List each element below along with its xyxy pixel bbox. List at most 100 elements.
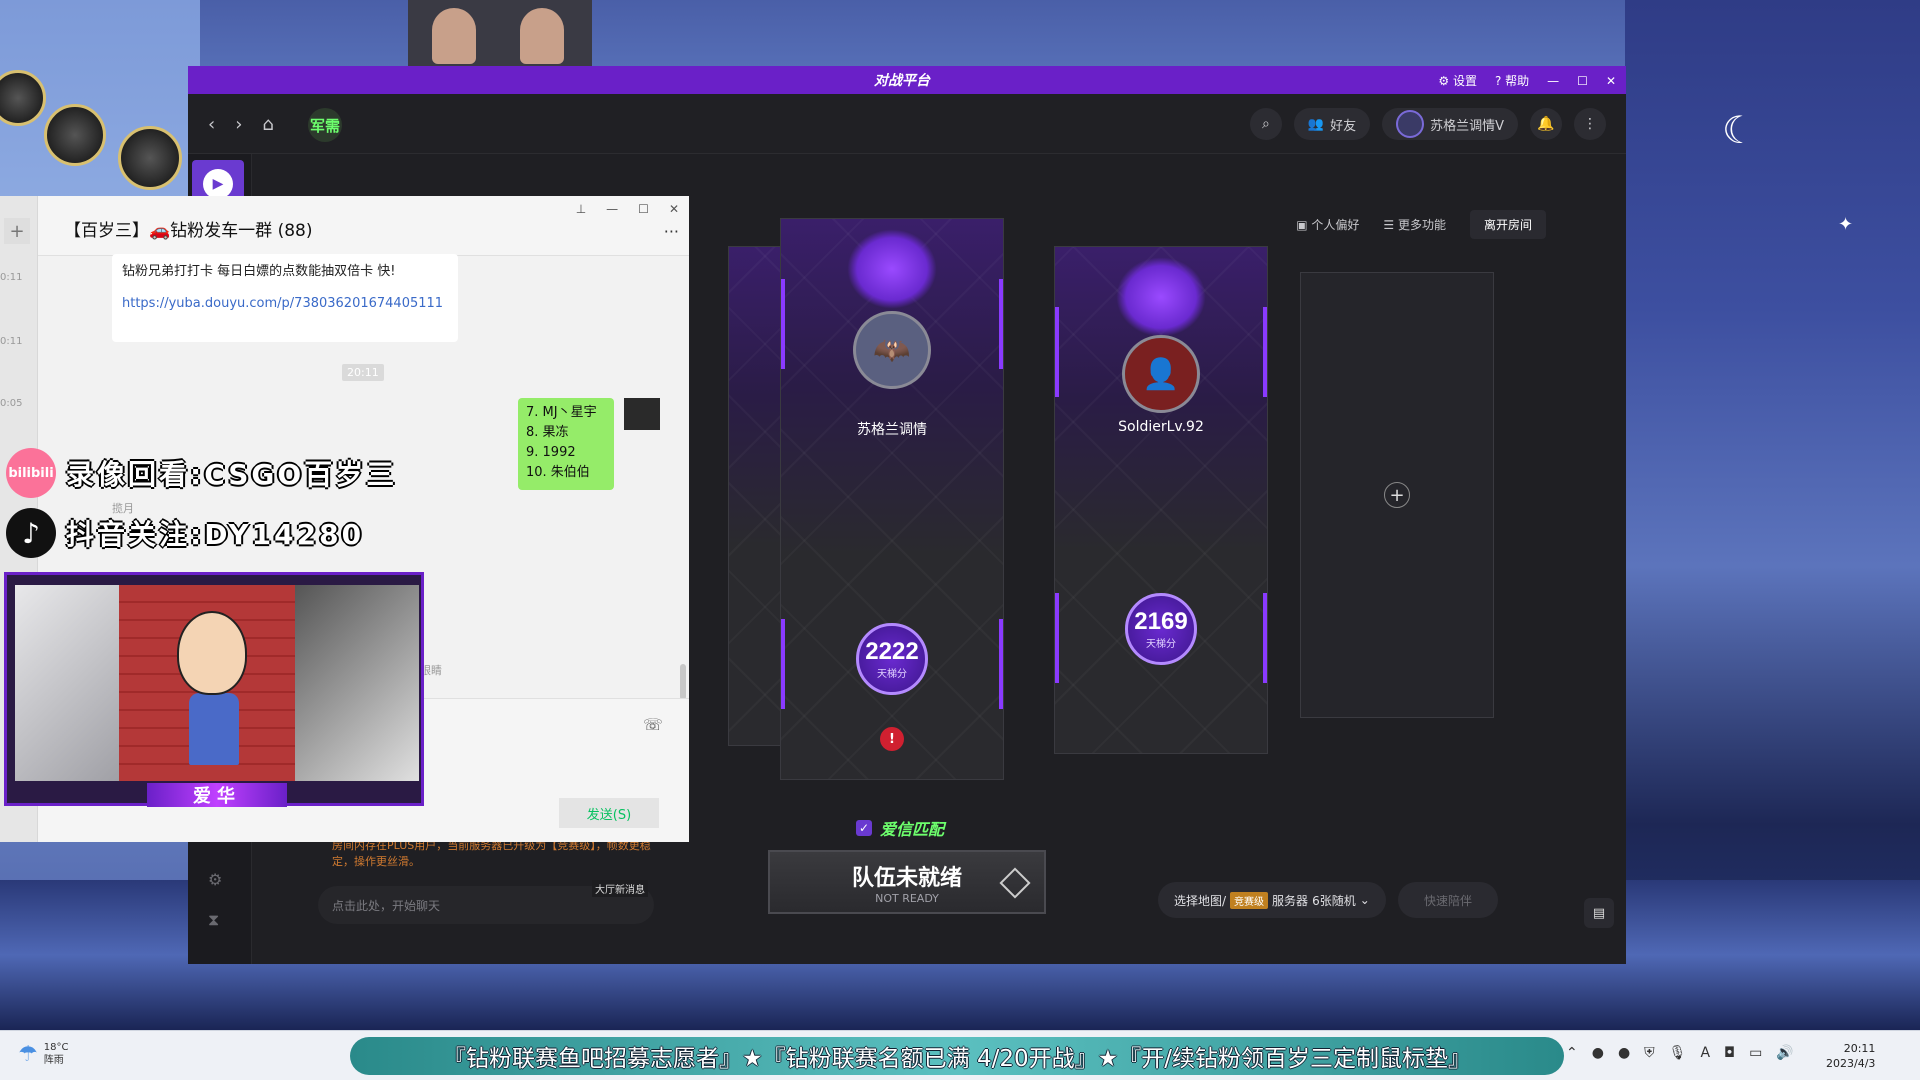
app-tray-icon[interactable]: ◘ xyxy=(1724,1045,1735,1061)
avatar[interactable] xyxy=(624,398,660,430)
douyin-text: 抖音关注:DY14280 xyxy=(66,518,365,551)
chat-time-label: 0:11 xyxy=(0,272,23,283)
titlebar: 对战平台 ⚙ 设置 ? 帮助 — ☐ ✕ xyxy=(188,66,1626,94)
server-tag: 竞赛级 xyxy=(1230,891,1269,909)
gear-icon[interactable]: ⚙ xyxy=(208,870,222,889)
top-photo xyxy=(408,0,592,66)
ime-icon[interactable]: A xyxy=(1700,1045,1710,1061)
volume-icon[interactable]: 🔊 xyxy=(1776,1045,1793,1061)
player-avatar[interactable]: 🦇 xyxy=(853,311,931,389)
minimize-icon[interactable]: — xyxy=(606,202,618,216)
score-value: 2169 xyxy=(1134,607,1188,635)
add-icon[interactable]: + xyxy=(4,218,30,244)
send-button[interactable]: 发送(S) xyxy=(559,798,659,828)
checkbox[interactable]: ✓ xyxy=(856,820,872,836)
back-icon[interactable]: ‹ xyxy=(208,114,215,135)
more-icon[interactable]: ··· xyxy=(664,222,679,241)
minimize-icon[interactable]: — xyxy=(1547,74,1559,88)
hourglass-icon[interactable]: ⧗ xyxy=(208,910,219,930)
weather-widget[interactable]: ☂ 18°C 阵雨 xyxy=(18,1041,68,1067)
close-icon[interactable]: ✕ xyxy=(1606,74,1616,88)
player-avatar[interactable]: 👤 xyxy=(1122,335,1200,413)
bilibili-text: 录像回看:CSGO百岁三 xyxy=(66,458,398,491)
marquee-banner: 『钻粉联赛鱼吧招募志愿者』★『钻粉联赛名额已满 4/20开战』★『开/续钻粉领百… xyxy=(350,1037,1564,1075)
home-icon[interactable]: ⌂ xyxy=(262,114,273,135)
face-image xyxy=(520,8,564,64)
maps-label: 6张随机 xyxy=(1312,893,1356,908)
leave-room-button[interactable]: 离开房间 xyxy=(1469,210,1546,239)
star-icon: ✦ xyxy=(1838,214,1854,235)
score-badge: 2222 天梯分 xyxy=(856,623,928,695)
server-label: 服务器 xyxy=(1272,893,1309,908)
help-button[interactable]: ? 帮助 xyxy=(1495,72,1529,89)
room-tools: ▣ 个人偏好 ☰ 更多功能 离开房间 xyxy=(1296,210,1546,239)
clock[interactable]: 20:11 2023/4/3 xyxy=(1826,1041,1875,1071)
ready-button[interactable]: 队伍未就绪 NOT READY xyxy=(768,850,1046,914)
trust-match[interactable]: ✓ 爱信匹配 xyxy=(856,816,944,840)
close-icon[interactable]: ✕ xyxy=(669,202,679,216)
score-badge: 2169 天梯分 xyxy=(1125,593,1197,665)
moon-icon: ☾ xyxy=(1722,108,1757,152)
maximize-icon[interactable]: ☐ xyxy=(638,202,649,216)
trust-match-label: 爱信匹配 xyxy=(880,820,945,839)
play-icon: ▶ xyxy=(203,169,233,199)
chat-time-label: 0:11 xyxy=(0,336,23,347)
badge-icon xyxy=(44,104,106,166)
message-text: 钻粉兄弟打打卡 每日白嫖的点数能抽双倍卡 快! xyxy=(122,264,396,279)
score-value: 2222 xyxy=(865,637,919,665)
add-player-icon[interactable]: + xyxy=(1384,482,1410,508)
server-notice: 房间内存在PLUS用户，当前服务器已升级为【竞赛级】，帧数更稳定，操作更丝滑。 xyxy=(332,839,651,868)
hall-message-badge[interactable]: 大厅新消息 xyxy=(592,880,648,897)
app-tray-icon[interactable]: ● xyxy=(1592,1045,1604,1061)
room-image xyxy=(295,585,419,781)
platform-logo: 对战平台 xyxy=(874,73,930,89)
chevron-up-icon[interactable]: ⌃ xyxy=(1566,1045,1578,1061)
quick-button[interactable]: 快速陪伴 xyxy=(1398,882,1498,918)
message-line: 9. 1992 xyxy=(526,445,576,460)
bell-icon[interactable]: 🔔 xyxy=(1530,108,1562,140)
username: 苏格兰调情V xyxy=(1430,118,1504,134)
chat-icon[interactable]: ▤ xyxy=(1584,898,1614,928)
network-icon[interactable]: ▭ xyxy=(1749,1045,1762,1061)
scrollbar[interactable] xyxy=(680,664,686,700)
more-icon[interactable]: ⋮ xyxy=(1574,108,1606,140)
empty-slot[interactable]: + xyxy=(1300,272,1494,718)
junxu-button[interactable]: 军需 xyxy=(308,108,342,142)
pin-icon[interactable]: ⊥ xyxy=(576,202,586,216)
chat-input[interactable]: 点击此处，开始聊天 大厅新消息 xyxy=(318,880,654,924)
bilibili-icon: bilibili xyxy=(6,448,56,498)
emblem-icon xyxy=(847,229,937,309)
chat-header: 【百岁三】🚗钻粉发车一群 (88) ⊥ — ☐ ✕ ··· xyxy=(38,196,689,256)
cartoon-face xyxy=(177,611,247,695)
settings-button[interactable]: ⚙ 设置 xyxy=(1438,72,1477,89)
clock-time: 20:11 xyxy=(1843,1042,1876,1055)
ready-label-en: NOT READY xyxy=(875,891,939,905)
rain-icon: ☂ xyxy=(18,1041,38,1067)
map-label: 选择地图/ xyxy=(1174,893,1227,908)
preference-button[interactable]: ▣ 个人偏好 xyxy=(1296,216,1359,233)
cartoon-body xyxy=(189,693,239,765)
ready-label: 队伍未就绪 xyxy=(851,865,962,891)
app-tray-icon[interactable]: ● xyxy=(1618,1045,1630,1061)
mic-icon[interactable]: 🎙 xyxy=(1669,1045,1687,1061)
phone-icon[interactable]: ☏ xyxy=(643,715,663,734)
chat-time-label: 0:05 xyxy=(0,398,23,409)
badge-icon xyxy=(0,70,46,126)
message-line: 10. 朱伯伯 xyxy=(526,465,590,480)
douyin-overlay: ♪ 抖音关注:DY14280 xyxy=(6,508,364,558)
wallpaper-right xyxy=(1625,0,1920,1030)
shield-icon[interactable]: ⛨ xyxy=(1644,1045,1655,1061)
forward-icon[interactable]: › xyxy=(235,114,242,135)
score-label: 天梯分 xyxy=(877,668,907,680)
more-functions-button[interactable]: ☰ 更多功能 xyxy=(1383,216,1446,233)
time-chip: 20:11 xyxy=(342,364,384,381)
maximize-icon[interactable]: ☐ xyxy=(1577,74,1588,88)
help-label: 帮助 xyxy=(1505,74,1530,88)
search-icon[interactable]: ⌕ xyxy=(1249,108,1282,140)
message-line: 8. 果冻 xyxy=(526,425,569,440)
map-select[interactable]: 选择地图/ 竞赛级 服务器 6张随机 ⌄ xyxy=(1158,882,1386,918)
friends-button[interactable]: 👥 好友 xyxy=(1293,108,1371,140)
warning-icon[interactable]: ! xyxy=(880,727,904,751)
user-menu[interactable]: 苏格兰调情V xyxy=(1382,108,1518,140)
message-link[interactable]: https://yuba.douyu.com/p/738036201674405… xyxy=(122,296,443,311)
